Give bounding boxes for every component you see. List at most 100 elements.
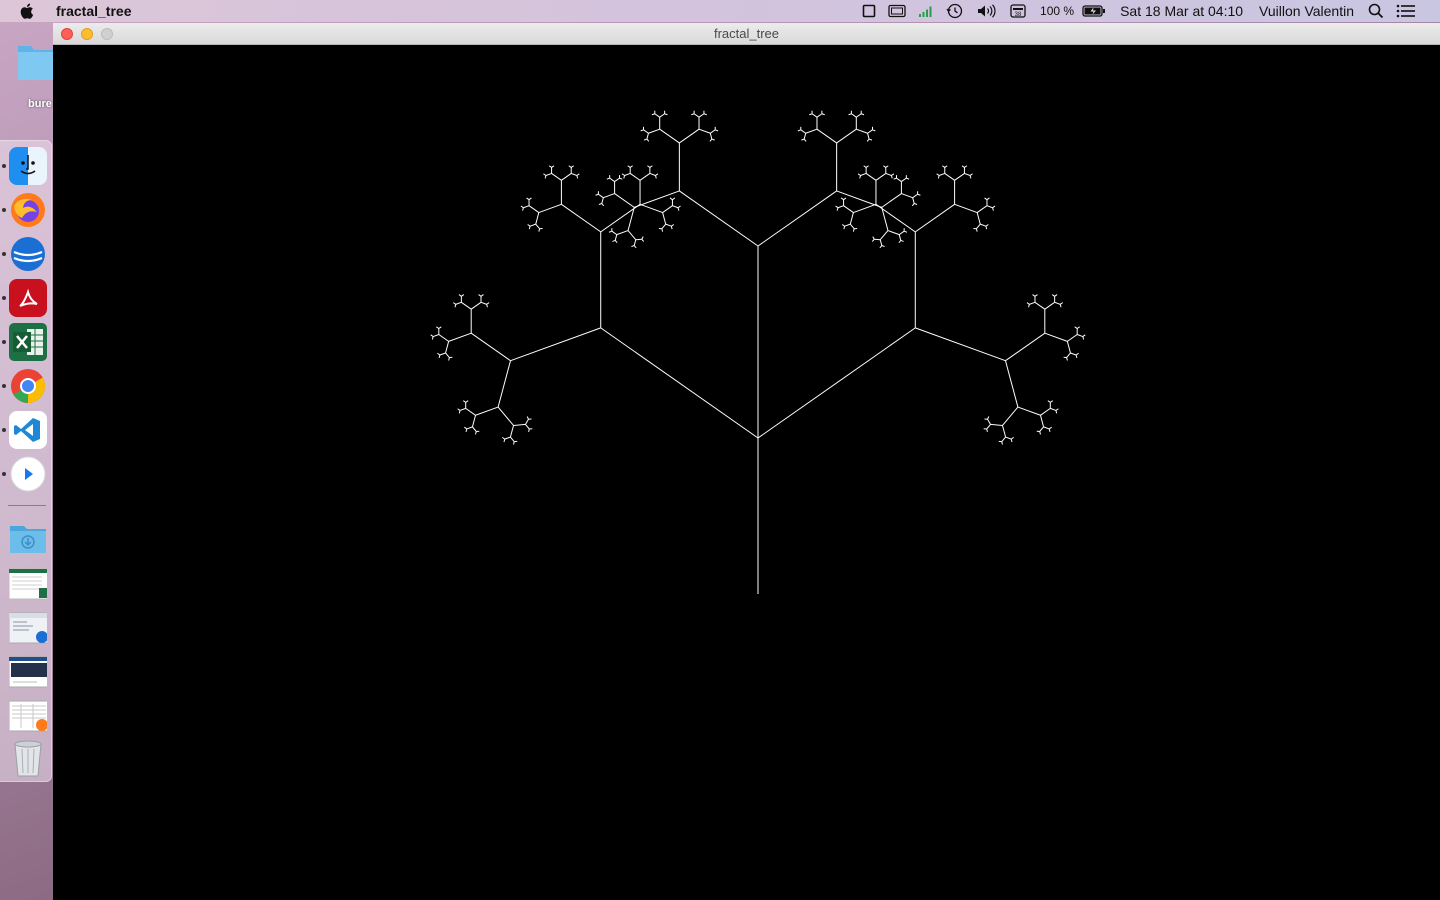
user-name[interactable]: Vuillon Valentin (1251, 3, 1362, 19)
excel-doc-icon[interactable] (9, 565, 47, 603)
quicktime-icon[interactable] (9, 455, 47, 493)
tree-branch (600, 203, 641, 233)
tree-branch (865, 165, 869, 168)
tree-branch (665, 223, 672, 227)
finder-icon[interactable] (9, 147, 47, 185)
tree-branch (875, 173, 887, 181)
tree-branch (438, 326, 442, 329)
tree-branch (464, 426, 468, 430)
tree-branch (1044, 301, 1055, 310)
tree-branch (525, 424, 530, 430)
tree-branch (629, 173, 641, 181)
time-machine-icon[interactable] (940, 0, 970, 22)
tree-branch (1005, 360, 1019, 408)
tree-branch (664, 113, 668, 116)
tree-branch (809, 113, 813, 116)
active-app-name[interactable]: fractal_tree (56, 3, 132, 19)
trash-icon[interactable] (9, 739, 47, 777)
tree-branch (526, 416, 529, 420)
excel-icon[interactable] (9, 323, 47, 361)
tree-branch (486, 304, 488, 308)
tree-branch (879, 239, 883, 246)
tree-branch (1054, 301, 1061, 305)
mail-doc-icon[interactable] (9, 609, 47, 647)
display-icon[interactable] (882, 0, 912, 22)
tree-branch (1047, 400, 1051, 403)
apple-menu-icon[interactable] (0, 2, 56, 20)
acrobat-icon[interactable] (9, 279, 47, 317)
tree-branch (969, 175, 972, 179)
dock-separator (8, 505, 46, 506)
battery-charging-icon[interactable] (1082, 0, 1112, 22)
desktop-folder-icon[interactable] (16, 38, 56, 86)
tree-branch (1048, 426, 1052, 430)
volume-icon[interactable] (970, 0, 1004, 22)
tree-branch (986, 424, 991, 430)
tree-branch (661, 223, 667, 230)
tree-branch (868, 138, 873, 141)
tree-branch (646, 138, 650, 142)
tree-branch (693, 113, 700, 118)
tree-branch (896, 177, 902, 182)
tree-branch (629, 165, 633, 168)
tree-branch (840, 197, 844, 201)
zoom-button[interactable] (101, 28, 113, 40)
tree-branch (503, 438, 506, 443)
fractal-canvas[interactable] (53, 45, 1440, 900)
thunderbird-icon[interactable] (9, 235, 47, 273)
tree-branch (654, 113, 660, 118)
clock[interactable]: Sat 18 Mar at 04:10 (1112, 3, 1251, 19)
tree-branch (975, 228, 978, 232)
tree-branch (445, 341, 450, 354)
tree-branch (976, 205, 988, 213)
running-indicator (2, 164, 6, 168)
menu-bar: fractal_tree 38 100 % Sat 18 Mar at 04:1… (0, 0, 1440, 22)
tree-branch (548, 165, 552, 168)
tree-branch (1067, 334, 1078, 342)
battery-percent[interactable]: 100 % (1032, 4, 1082, 18)
vscode-doc-icon[interactable] (9, 653, 47, 691)
downloads-folder-icon[interactable] (9, 519, 47, 557)
tree-branch (623, 175, 626, 179)
tree-branch (513, 441, 515, 445)
firefox-icon[interactable] (9, 191, 47, 229)
tree-branch (465, 407, 476, 416)
tree-branch (561, 173, 572, 181)
tree-branch (915, 327, 1006, 362)
tree-branch (475, 406, 499, 416)
close-button[interactable] (61, 28, 73, 40)
notification-center-icon[interactable] (1390, 0, 1422, 22)
tree-branch (843, 226, 846, 230)
running-indicator (2, 428, 6, 432)
tree-branch (851, 113, 857, 118)
tree-branch (438, 354, 441, 359)
running-indicator (2, 472, 6, 476)
minimize-button[interactable] (81, 28, 93, 40)
tree-branch (866, 138, 870, 142)
tree-branch (872, 129, 876, 132)
running-indicator (2, 384, 6, 388)
tree-branch (709, 133, 713, 140)
tree-branch (1002, 425, 1007, 438)
spotlight-search-icon[interactable] (1362, 0, 1390, 22)
window-titlebar[interactable]: fractal_tree (53, 23, 1440, 45)
svg-text:38: 38 (1015, 12, 1022, 18)
signal-icon[interactable] (912, 0, 940, 22)
tree-branch (944, 165, 948, 168)
firefox-doc-icon[interactable] (9, 697, 47, 735)
input-source-icon[interactable]: 38 (1004, 0, 1032, 22)
vscode-icon[interactable] (9, 411, 47, 449)
tree-branch (455, 301, 462, 305)
tree-branch (867, 133, 870, 140)
tree-branch (486, 302, 490, 305)
tree-branch (616, 230, 629, 236)
tree-branch (856, 128, 868, 134)
tree-branch (480, 294, 484, 297)
tree-branch (576, 173, 580, 176)
chrome-icon[interactable] (9, 367, 47, 405)
tree-branch (885, 172, 892, 176)
desktop-folder-label[interactable]: bure (28, 98, 52, 110)
tree-branch (475, 431, 477, 435)
tree-branch (526, 197, 530, 201)
window-mode-icon[interactable] (856, 0, 882, 22)
